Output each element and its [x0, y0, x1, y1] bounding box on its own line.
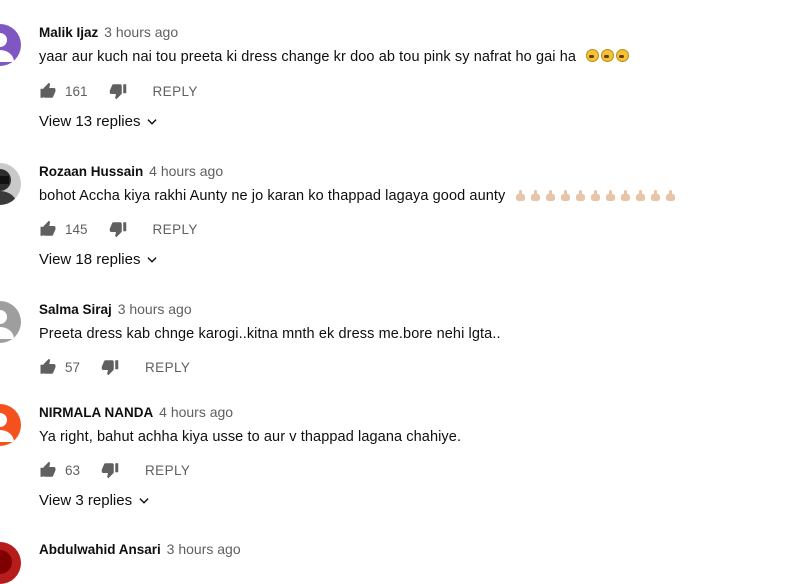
- view-replies-label: View 3 replies: [39, 492, 133, 509]
- comment-header: Malik Ijaz 3 hours ago: [39, 23, 178, 42]
- like-count: 63: [65, 462, 81, 478]
- pointing-hand-emoji-icon: [620, 190, 630, 201]
- reply-button[interactable]: REPLY: [145, 360, 190, 375]
- tired-face-emoji-icon: [616, 49, 630, 62]
- reply-button[interactable]: REPLY: [153, 84, 198, 99]
- chevron-down-icon: [137, 494, 151, 508]
- comment-actions: 161 REPLY: [39, 81, 198, 101]
- pointing-hand-emoji-icon: [515, 190, 525, 201]
- view-replies-button[interactable]: View 3 replies: [39, 492, 151, 509]
- view-replies-button[interactable]: View 13 replies: [39, 113, 159, 130]
- tired-face-emoji-icon: [601, 49, 615, 62]
- comment-header: Abdulwahid Ansari 3 hours ago: [39, 540, 241, 559]
- author-name[interactable]: NIRMALA NANDA: [39, 405, 153, 420]
- pointing-hand-emoji-icon: [635, 190, 645, 201]
- pointing-hand-emoji-icon: [605, 190, 615, 201]
- thumbs-down-icon[interactable]: [101, 358, 119, 376]
- pointing-hand-emoji-icon: [665, 190, 675, 201]
- author-name[interactable]: Rozaan Hussain: [39, 164, 143, 179]
- chevron-down-icon: [145, 253, 159, 267]
- pointing-hand-emoji-icon: [545, 190, 555, 201]
- avatar[interactable]: [0, 542, 21, 584]
- thumbs-down-icon[interactable]: [101, 461, 119, 479]
- author-name[interactable]: Abdulwahid Ansari: [39, 542, 161, 557]
- pointing-hand-emoji-icon: [530, 190, 540, 201]
- comment-text: bohot Accha kiya rakhi Aunty ne jo karan…: [39, 186, 675, 206]
- view-replies-button[interactable]: View 18 replies: [39, 251, 159, 268]
- comment-actions: 145 REPLY: [39, 219, 198, 239]
- avatar[interactable]: [0, 24, 21, 66]
- like-count: 161: [65, 83, 88, 99]
- thumbs-up-icon[interactable]: [39, 82, 57, 100]
- thumbs-down-icon[interactable]: [109, 220, 127, 238]
- timestamp[interactable]: 3 hours ago: [167, 541, 241, 557]
- like-count: 57: [65, 359, 81, 375]
- comment-text: Preeta dress kab chnge karogi..kitna mnt…: [39, 324, 501, 344]
- view-replies-label: View 18 replies: [39, 251, 141, 268]
- timestamp[interactable]: 4 hours ago: [149, 163, 223, 179]
- timestamp[interactable]: 3 hours ago: [104, 24, 178, 40]
- reply-button[interactable]: REPLY: [145, 463, 190, 478]
- avatar[interactable]: [0, 301, 21, 343]
- thumbs-up-icon[interactable]: [39, 358, 57, 376]
- comment-body: Preeta dress kab chnge karogi..kitna mnt…: [39, 326, 501, 342]
- comment-header: Rozaan Hussain 4 hours ago: [39, 162, 223, 181]
- timestamp[interactable]: 4 hours ago: [159, 404, 233, 420]
- chevron-down-icon: [145, 115, 159, 129]
- like-count: 145: [65, 221, 88, 237]
- view-replies-label: View 13 replies: [39, 113, 141, 130]
- timestamp[interactable]: 3 hours ago: [118, 301, 192, 317]
- pointing-hand-emoji-icon: [560, 190, 570, 201]
- avatar[interactable]: [0, 404, 21, 446]
- comment-body: bohot Accha kiya rakhi Aunty ne jo karan…: [39, 188, 506, 204]
- pointing-hand-emoji-icon: [590, 190, 600, 201]
- comment-body: yaar aur kuch nai tou preeta ki dress ch…: [39, 49, 577, 65]
- avatar[interactable]: [0, 163, 21, 205]
- comment-header: Salma Siraj 3 hours ago: [39, 300, 192, 319]
- reply-button[interactable]: REPLY: [153, 222, 198, 237]
- comment-actions: 57 REPLY: [39, 357, 190, 377]
- comment-header: NIRMALA NANDA 4 hours ago: [39, 403, 233, 422]
- tired-face-emoji-icon: [586, 49, 600, 62]
- pointing-hand-emoji-icon: [575, 190, 585, 201]
- thumbs-up-icon[interactable]: [39, 461, 57, 479]
- pointing-hand-emoji-icon: [650, 190, 660, 201]
- thumbs-up-icon[interactable]: [39, 220, 57, 238]
- author-name[interactable]: Salma Siraj: [39, 302, 112, 317]
- thumbs-down-icon[interactable]: [109, 82, 127, 100]
- comment-text: yaar aur kuch nai tou preeta ki dress ch…: [39, 47, 630, 67]
- author-name[interactable]: Malik Ijaz: [39, 25, 98, 40]
- comment-text: Ya right, bahut achha kiya usse to aur v…: [39, 427, 461, 447]
- comment-body: Ya right, bahut achha kiya usse to aur v…: [39, 429, 462, 445]
- comment-actions: 63 REPLY: [39, 460, 190, 480]
